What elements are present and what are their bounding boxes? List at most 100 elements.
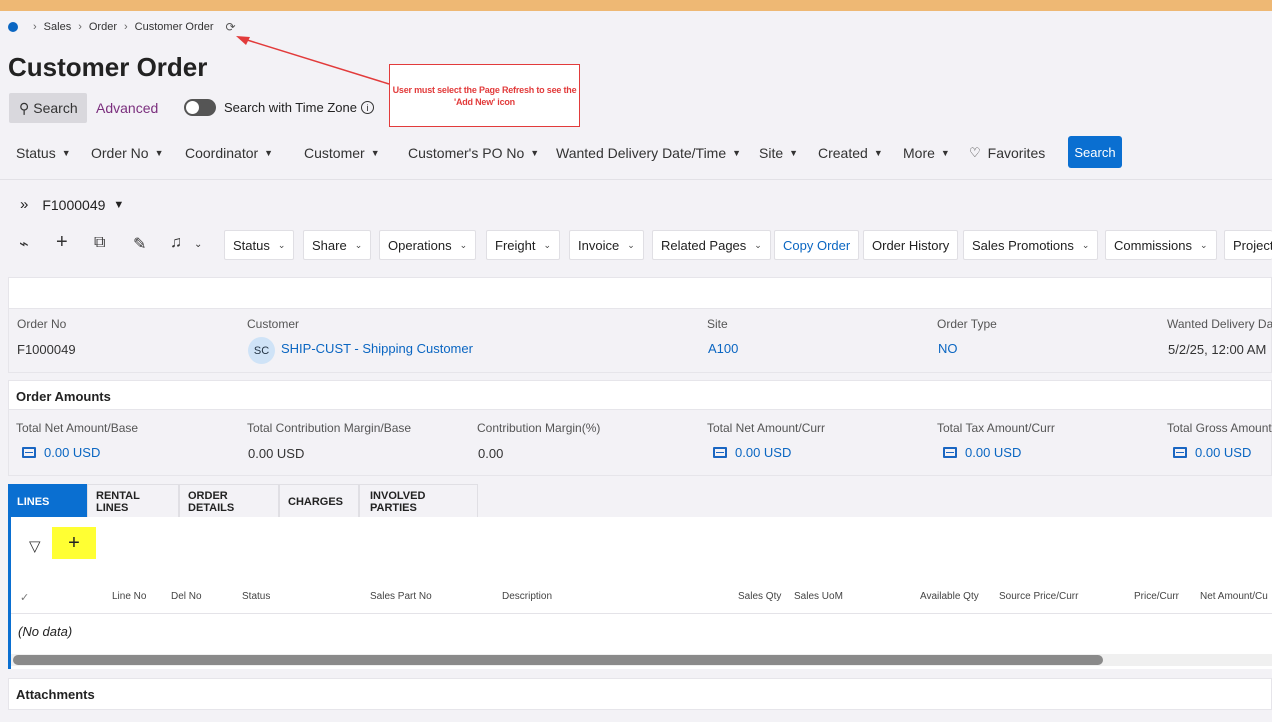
- attachments-panel[interactable]: Attachments: [8, 678, 1272, 710]
- status-menu-button[interactable]: Status ⌄: [224, 230, 295, 260]
- project-menu-button[interactable]: Project: [1224, 230, 1272, 260]
- scrollbar-thumb[interactable]: [13, 655, 1103, 665]
- filter-status[interactable]: Status ▼: [16, 145, 71, 161]
- related-pages-menu-button[interactable]: Related Pages ⌄: [652, 230, 771, 260]
- site-link[interactable]: A100: [708, 341, 738, 356]
- col-del-no[interactable]: Del No: [171, 591, 202, 602]
- col-price-curr[interactable]: Price/Curr: [1134, 591, 1179, 602]
- contribution-margin-base-value: 0.00 USD: [248, 446, 305, 461]
- header-fields-panel: Order No F1000049 Customer SC SHIP-CUST …: [8, 309, 1272, 373]
- col-status[interactable]: Status: [242, 591, 270, 602]
- record-selector[interactable]: » F1000049 ▼: [20, 196, 124, 213]
- total-net-curr-label: Total Net Amount/Curr: [707, 421, 826, 435]
- plus-icon: +: [68, 531, 80, 554]
- col-available-qty[interactable]: Available Qty: [920, 591, 979, 602]
- info-icon[interactable]: i: [360, 101, 374, 114]
- col-description[interactable]: Description: [502, 591, 552, 602]
- caret-down-icon[interactable]: ▼: [113, 199, 124, 211]
- filter-wanted-delivery[interactable]: Wanted Delivery Date/Time ▼: [556, 145, 741, 161]
- caret-down-icon: ▼: [154, 148, 164, 158]
- total-tax-curr-value[interactable]: 0.00 USD: [943, 445, 1021, 460]
- operations-menu-button[interactable]: Operations ⌄: [379, 230, 477, 260]
- order-amounts-header: Order Amounts: [8, 380, 1272, 410]
- breadcrumb-order[interactable]: Order: [89, 21, 117, 33]
- command-bar: ⌁ + ⧉ ✎ ♫ ⌄ Status ⌄ Share ⌄ Operations ⌄ F…: [0, 228, 1272, 262]
- search-button[interactable]: Search: [1068, 136, 1122, 168]
- filter-order-no[interactable]: Order No ▼: [91, 145, 164, 161]
- tab-charges[interactable]: CHARGES: [279, 484, 359, 518]
- total-net-curr-value[interactable]: 0.00 USD: [713, 445, 791, 460]
- order-type-link[interactable]: NO: [938, 341, 958, 356]
- tab-rental-lines[interactable]: RENTAL LINES: [87, 484, 179, 518]
- invoice-menu-button[interactable]: Invoice ⌄: [569, 230, 644, 260]
- filter-coordinator[interactable]: Coordinator ▼: [185, 145, 273, 161]
- header-top-strip: [8, 277, 1272, 309]
- duplicate-icon[interactable]: ⧉: [94, 234, 105, 252]
- favorites-filter[interactable]: ♡ Favorites: [969, 145, 1045, 161]
- contribution-margin-pct-label: Contribution Margin(%): [477, 421, 601, 435]
- filter-created[interactable]: Created ▼: [818, 145, 883, 161]
- breadcrumb-sales[interactable]: Sales: [44, 21, 72, 33]
- col-source-price-curr[interactable]: Source Price/Curr: [999, 591, 1078, 602]
- tab-involved-parties[interactable]: INVOLVED PARTIES: [359, 484, 478, 518]
- home-icon[interactable]: [8, 22, 18, 32]
- advanced-search-link[interactable]: Advanced: [96, 100, 158, 116]
- chevron-down-icon: ⌄: [627, 239, 635, 250]
- currency-icon: [943, 447, 957, 458]
- chevron-down-icon: ⌄: [277, 239, 286, 250]
- copy-order-button[interactable]: Copy Order: [774, 230, 860, 260]
- order-amounts-panel: Total Net Amount/Base 0.00 USD Total Con…: [8, 410, 1272, 476]
- select-all-checkbox[interactable]: ✓: [20, 591, 29, 604]
- horizontal-scrollbar[interactable]: [11, 654, 1272, 666]
- tab-lines[interactable]: LINES: [8, 484, 87, 518]
- filter-customer[interactable]: Customer ▼: [304, 145, 380, 161]
- total-gross-value[interactable]: 0.00 USD: [1173, 445, 1251, 460]
- currency-icon: [713, 447, 727, 458]
- customer-link[interactable]: SHIP-CUST - Shipping Customer: [281, 341, 473, 356]
- paperclip-icon[interactable]: ⌁: [19, 234, 29, 254]
- col-sales-part-no[interactable]: Sales Part No: [370, 591, 432, 602]
- record-id: F1000049: [42, 196, 106, 213]
- col-sales-qty[interactable]: Sales Qty: [738, 591, 781, 602]
- plus-icon[interactable]: +: [56, 231, 68, 254]
- sales-promotions-menu-button[interactable]: Sales Promotions ⌄: [963, 230, 1099, 260]
- chevron-down-icon[interactable]: ⌄: [194, 239, 202, 250]
- chevron-down-icon: ⌄: [354, 239, 363, 250]
- avatar: SC: [248, 337, 275, 364]
- col-sales-uom[interactable]: Sales UoM: [794, 591, 843, 602]
- total-net-base-label: Total Net Amount/Base: [16, 421, 139, 435]
- filter-customer-po-no[interactable]: Customer's PO No ▼: [408, 145, 539, 161]
- detail-tabs: LINES RENTAL LINES ORDER DETAILS CHARGES…: [8, 484, 478, 518]
- order-history-button[interactable]: Order History: [863, 230, 959, 260]
- filter-site[interactable]: Site ▼: [759, 145, 798, 161]
- caret-down-icon: ▼: [61, 148, 71, 158]
- total-net-base-value[interactable]: 0.00 USD: [22, 445, 100, 460]
- wanted-delivery-label: Wanted Delivery Dat: [1167, 317, 1272, 331]
- caret-down-icon: ▼: [530, 148, 540, 158]
- double-chevron-right-icon[interactable]: »: [20, 196, 28, 213]
- caret-down-icon: ▼: [370, 148, 380, 158]
- add-new-button[interactable]: +: [52, 527, 96, 559]
- freight-menu-button[interactable]: Freight ⌄: [486, 230, 561, 260]
- filter-more[interactable]: More ▼: [903, 145, 950, 161]
- caret-down-icon: ▼: [732, 148, 742, 158]
- top-accent-bar: [0, 0, 1272, 11]
- search-mode-button[interactable]: ⚲ Search: [9, 93, 87, 123]
- order-type-label: Order Type: [937, 317, 997, 331]
- total-gross-label: Total Gross Amount: [1167, 421, 1272, 435]
- commissions-menu-button[interactable]: Commissions ⌄: [1105, 230, 1217, 260]
- search-icon: ⚲: [19, 99, 30, 116]
- order-no-label: Order No: [17, 317, 67, 331]
- caret-down-icon: ▼: [789, 148, 799, 158]
- chevron-right-icon: ›: [78, 21, 82, 33]
- tab-order-details[interactable]: ORDER DETAILS: [179, 484, 279, 518]
- heart-icon: ♡: [969, 145, 981, 160]
- funnel-icon[interactable]: ▽: [29, 537, 41, 555]
- pencil-icon[interactable]: ✎: [133, 234, 146, 254]
- col-line-no[interactable]: Line No: [112, 591, 146, 602]
- time-zone-toggle[interactable]: [184, 99, 216, 116]
- col-net-amount-curr[interactable]: Net Amount/Cu: [1200, 591, 1268, 602]
- bell-icon[interactable]: ♫: [170, 234, 182, 252]
- share-menu-button[interactable]: Share ⌄: [303, 230, 372, 260]
- refresh-icon[interactable]: ⟳: [226, 20, 236, 34]
